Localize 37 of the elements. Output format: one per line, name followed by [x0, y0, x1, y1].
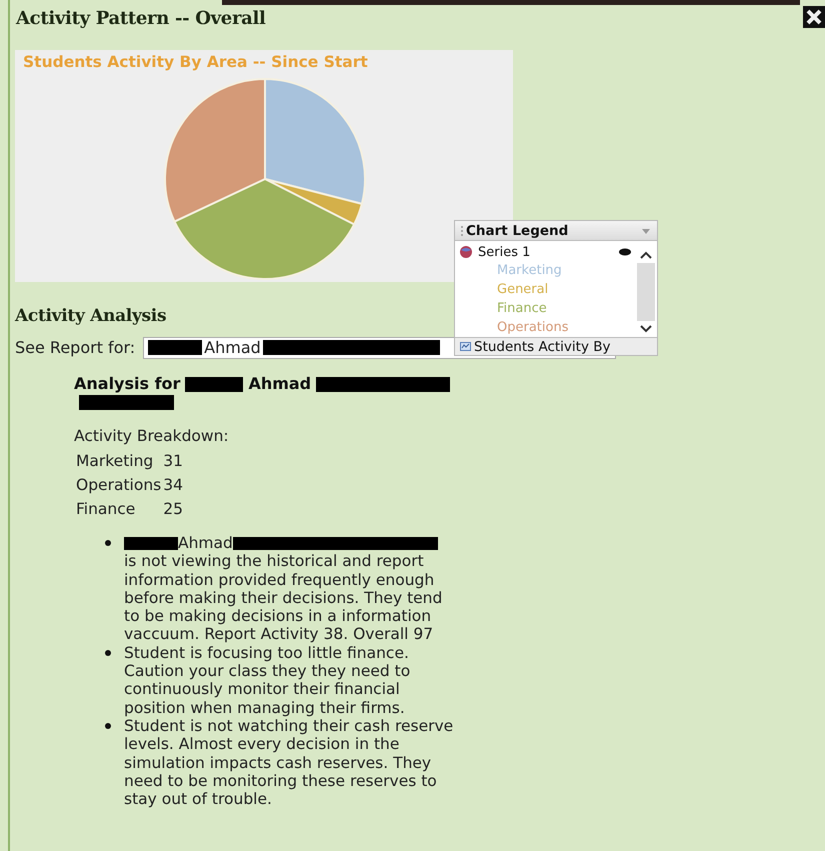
report-label: See Report for: — [15, 338, 136, 357]
chart-icon — [460, 342, 471, 351]
table-cell: Marketing — [76, 452, 154, 470]
legend-title: Chart Legend — [466, 222, 570, 238]
chart-title: Students Activity By Area -- Since Start — [23, 53, 368, 71]
scroll-up-icon[interactable] — [640, 251, 652, 259]
series-name[interactable]: Series 1 — [478, 244, 619, 260]
scrollbar-thumb[interactable] — [637, 263, 655, 321]
bullet-icon — [105, 540, 111, 546]
close-icon[interactable] — [803, 6, 825, 28]
table-cell: Operations — [76, 476, 162, 494]
table-cell: 34 — [163, 476, 183, 494]
bullet-icon — [105, 722, 111, 729]
note-text: Student is not watching their cash reserve levels. Almost every decision in the simulation impacts cash reserves. They need to be monitoring these reserves to stay out of trouble. — [124, 716, 454, 808]
legend-item[interactable]: Operations — [497, 318, 568, 337]
note-text: Ahmad — [178, 534, 233, 552]
bullet-icon — [105, 650, 111, 656]
table-cell: 31 — [163, 452, 183, 470]
selected-name: Ahmad — [204, 338, 261, 357]
grip-icon[interactable] — [460, 224, 464, 236]
redaction-bar — [185, 377, 244, 392]
section-heading: Activity Analysis — [15, 306, 166, 326]
table-cell: 25 — [163, 500, 183, 518]
note-text: Student is focusing too little finance. Caution your class they they need to continuously monitor their financial position when managing their firms. — [124, 644, 410, 717]
legend-item[interactable]: Marketing — [497, 261, 562, 280]
globe-icon — [459, 245, 473, 259]
legend-item[interactable]: Finance — [497, 299, 547, 318]
legend-item[interactable]: General — [497, 280, 548, 299]
redaction-bar — [148, 340, 202, 355]
breakdown-label: Activity Breakdown: — [74, 427, 230, 445]
scroll-down-icon[interactable] — [640, 325, 652, 333]
table-cell: Finance — [76, 500, 136, 518]
analysis-title: Analysis for — [74, 374, 180, 393]
analysis-title: Ahmad — [248, 374, 312, 393]
window-title: Activity Pattern -- Overall — [14, 7, 266, 31]
note-text: is not viewing the historical and report information provided frequently enough before making their decisions. They tend to be making decisions in a information vaccuum. Report Activity 38. Overall 97 — [124, 552, 444, 644]
redaction-bar — [124, 537, 178, 550]
